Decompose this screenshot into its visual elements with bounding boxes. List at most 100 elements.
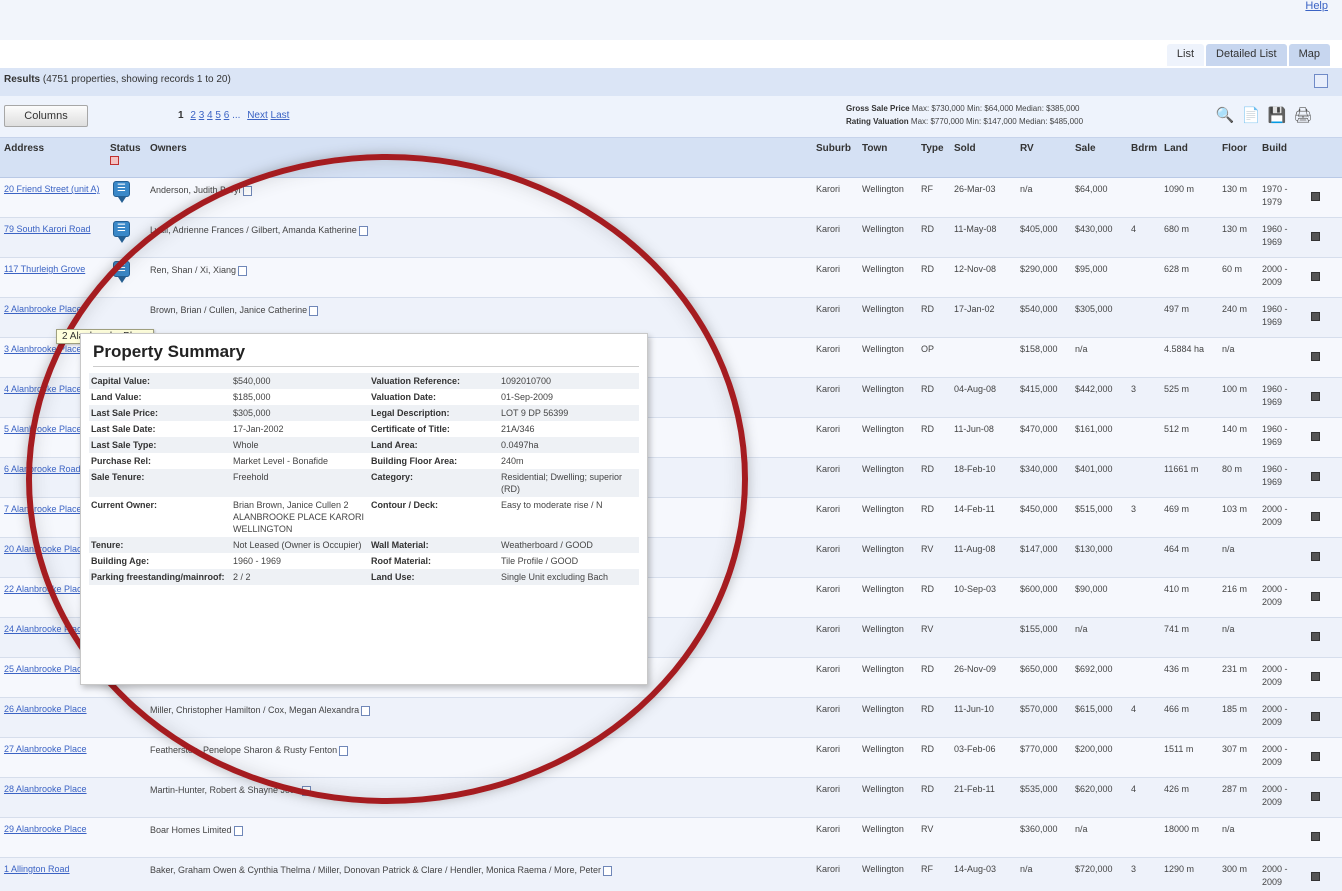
window-toggle-icon[interactable]	[1314, 74, 1328, 88]
print-icon[interactable]: 🖨	[1292, 104, 1314, 126]
address-link[interactable]: 27 Alanbrooke Place	[4, 743, 104, 756]
table-row[interactable]: 28 Alanbrooke Place Martin-Hunter, Robert…	[0, 778, 1342, 818]
table-row[interactable]: 20 Friend Street (unit A) ☰ Anderson, Judi…	[0, 178, 1342, 218]
search-icon[interactable]: 🔍	[1214, 104, 1236, 126]
owner-details-icon[interactable]	[361, 705, 371, 716]
row-select-icon[interactable]	[1311, 552, 1320, 561]
address-link[interactable]: 29 Alanbrooke Place	[4, 823, 104, 836]
row-select-icon[interactable]	[1311, 752, 1320, 761]
owner-details-icon[interactable]	[309, 305, 319, 316]
owner-details-icon[interactable]	[302, 785, 312, 796]
table-row[interactable]: 1 Allington Road Baker, Graham Owen & Cyn…	[0, 858, 1342, 891]
land-cell: 18000 m	[1164, 824, 1200, 834]
address-link[interactable]: 1 Allington Road	[4, 863, 104, 876]
row-select-icon[interactable]	[1311, 312, 1320, 321]
row-select-icon[interactable]	[1311, 272, 1320, 281]
map-pin-icon[interactable]: ☰	[113, 221, 130, 243]
row-select-icon[interactable]	[1311, 832, 1320, 841]
row-select-icon[interactable]	[1311, 392, 1320, 401]
address-link[interactable]: 26 Alanbrooke Place	[4, 703, 104, 716]
page-3[interactable]: 3	[199, 110, 205, 121]
summary-key: Land Area:	[371, 440, 418, 450]
map-pin-icon[interactable]: ☰	[113, 261, 130, 283]
help-link[interactable]: Help	[1305, 0, 1328, 12]
owner-details-icon[interactable]	[339, 745, 349, 756]
last-page-link[interactable]: Last	[271, 110, 290, 121]
town-cell: Wellington	[862, 424, 904, 434]
col-sold[interactable]: Sold	[954, 143, 976, 154]
save-icon[interactable]: 💾	[1266, 104, 1288, 126]
row-select-icon[interactable]	[1311, 872, 1320, 881]
table-row[interactable]: 26 Alanbrooke Place Miller, Christopher H…	[0, 698, 1342, 738]
town-cell: Wellington	[862, 744, 904, 754]
table-row[interactable]: 29 Alanbrooke Place Boar Homes Limited Kar…	[0, 818, 1342, 858]
address-link[interactable]: 28 Alanbrooke Place	[4, 783, 104, 796]
owner-details-icon[interactable]	[358, 225, 368, 236]
col-type[interactable]: Type	[921, 143, 944, 154]
summary-key: Roof Material:	[371, 556, 432, 566]
page-6[interactable]: 6	[224, 110, 230, 121]
price-stats: Gross Sale Price Max: $730,000 Min: $64,…	[846, 102, 1083, 128]
sale-cell: $305,000	[1075, 304, 1113, 314]
address-link[interactable]: 20 Friend Street (unit A)	[4, 183, 104, 196]
col-owners[interactable]: Owners	[150, 143, 187, 154]
table-row[interactable]: 117 Thurleigh Grove ☰ Ren, Shan / Xi, Xian…	[0, 258, 1342, 298]
tab-list[interactable]: List	[1166, 44, 1205, 66]
row-select-icon[interactable]	[1311, 472, 1320, 481]
row-select-icon[interactable]	[1311, 232, 1320, 241]
summary-value: LOT 9 DP 56399	[501, 408, 569, 418]
address-link[interactable]: 79 South Karori Road	[4, 223, 104, 236]
address-link[interactable]: 2 Alanbrooke Place	[4, 303, 104, 316]
export-icon[interactable]: 📄	[1240, 104, 1262, 126]
sale-cell: $442,000	[1075, 384, 1113, 394]
owner-details-icon[interactable]	[603, 865, 613, 876]
row-select-icon[interactable]	[1311, 792, 1320, 801]
row-select-icon[interactable]	[1311, 672, 1320, 681]
tab-detailed-list[interactable]: Detailed List	[1206, 44, 1287, 66]
owner-details-icon[interactable]	[238, 265, 248, 276]
summary-value: 240m	[501, 456, 524, 466]
row-select-icon[interactable]	[1311, 632, 1320, 641]
col-address[interactable]: Address	[4, 143, 44, 154]
col-suburb[interactable]: Suburb	[816, 143, 851, 154]
row-select-icon[interactable]	[1311, 352, 1320, 361]
owner-details-icon[interactable]	[233, 825, 243, 836]
page-5[interactable]: 5	[215, 110, 221, 121]
map-pin-icon[interactable]: ☰	[113, 181, 130, 203]
row-select-icon[interactable]	[1311, 512, 1320, 521]
col-build[interactable]: Build	[1262, 143, 1287, 154]
tab-map[interactable]: Map	[1288, 44, 1330, 66]
land-cell: 1511 m	[1164, 744, 1194, 754]
col-status[interactable]: Status	[110, 143, 141, 154]
col-land[interactable]: Land	[1164, 143, 1188, 154]
row-select-icon[interactable]	[1311, 192, 1320, 201]
type-cell: RD	[921, 664, 934, 674]
col-floor[interactable]: Floor	[1222, 143, 1247, 154]
table-row[interactable]: 2 Alanbrooke Place Brown, Brian / Cullen,…	[0, 298, 1342, 338]
col-bdrm[interactable]: Bdrm	[1131, 143, 1157, 154]
table-row[interactable]: 27 Alanbrooke Place Featherston, Penelope…	[0, 738, 1342, 778]
row-select-icon[interactable]	[1311, 712, 1320, 721]
land-cell: 512 m	[1164, 424, 1190, 434]
rv-cell: $158,000	[1020, 344, 1058, 354]
type-cell: RD	[921, 384, 934, 394]
row-select-icon[interactable]	[1311, 592, 1320, 601]
property-summary-title: Property Summary	[93, 342, 639, 367]
summary-key: Certificate of Title:	[371, 424, 450, 434]
col-rv[interactable]: RV	[1020, 143, 1034, 154]
page-1[interactable]: 1	[178, 110, 184, 121]
col-sale[interactable]: Sale	[1075, 143, 1096, 154]
status-flag-icon[interactable]	[110, 156, 119, 165]
page-2[interactable]: 2	[190, 110, 196, 121]
page-4[interactable]: 4	[207, 110, 213, 121]
sold-cell: 14-Feb-11	[954, 504, 995, 514]
table-row[interactable]: 79 South Karori Road ☰ Lyall, Adrienne Fra…	[0, 218, 1342, 258]
build-cell: 1960 - 1969	[1262, 464, 1288, 487]
col-town[interactable]: Town	[862, 143, 887, 154]
next-page-link[interactable]: Next	[247, 110, 268, 121]
owner-details-icon[interactable]	[242, 185, 252, 196]
address-link[interactable]: 117 Thurleigh Grove	[4, 263, 104, 276]
row-select-icon[interactable]	[1311, 432, 1320, 441]
columns-button[interactable]: Columns	[4, 105, 88, 127]
owners-cell: Martin-Hunter, Robert & Shayne Joan	[150, 784, 313, 797]
